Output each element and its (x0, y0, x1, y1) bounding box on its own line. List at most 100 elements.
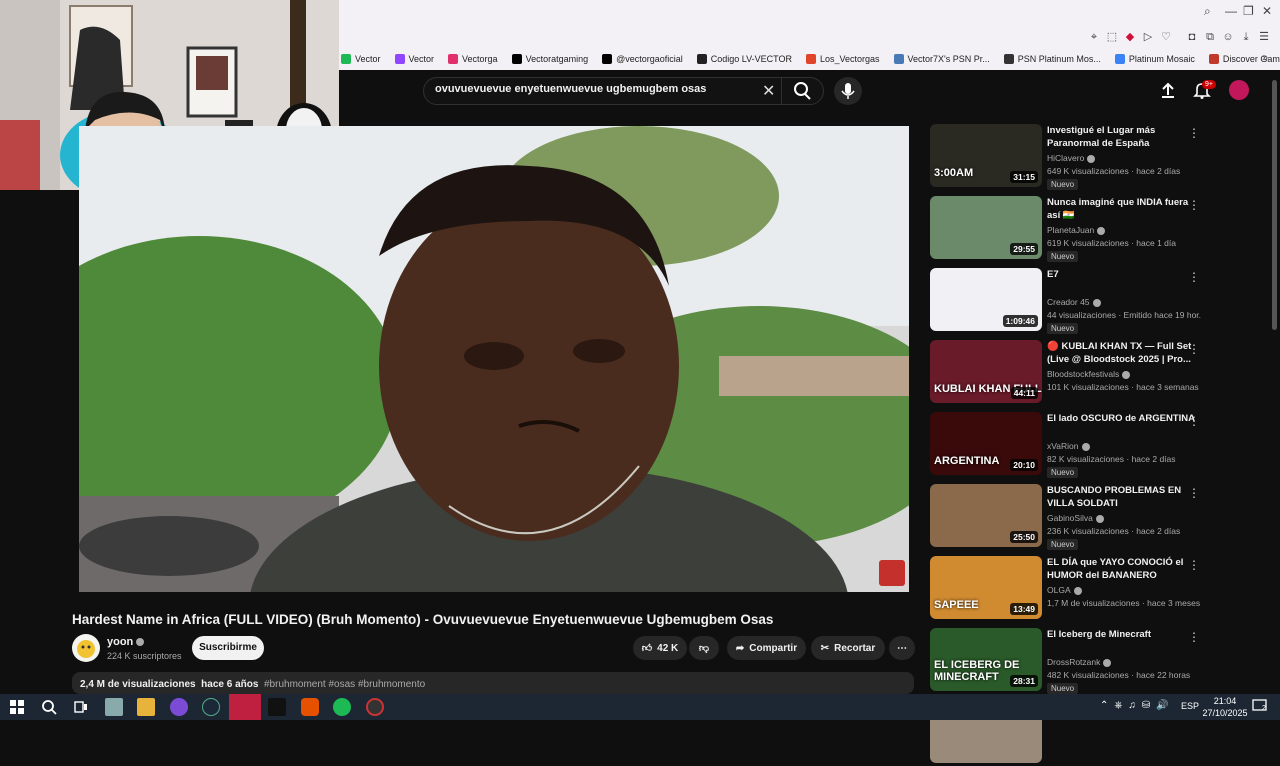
clear-search-icon[interactable]: ✕ (762, 81, 775, 101)
play-icon[interactable]: ▷ (1142, 31, 1154, 43)
clip-button[interactable]: ✂ Recortar (811, 636, 885, 660)
download-icon[interactable]: ⤓ (1240, 31, 1252, 43)
recommendation-item[interactable]: ARGENTINA 20:10 El lado OSCURO de ARGENTIN… (930, 412, 1260, 478)
puzzle-icon[interactable]: ⧉ (1204, 31, 1216, 43)
recommendation-title[interactable]: E7 (1047, 268, 1197, 281)
recommendation-channel-name[interactable]: xVaRion (1047, 441, 1079, 451)
heart-icon[interactable]: ♡ (1160, 31, 1172, 43)
bookmark-item[interactable]: Vector7X's PSN Pr... (893, 54, 990, 64)
recommendation-channel[interactable]: DrossRotzank (1047, 657, 1112, 667)
recommendation-title[interactable]: EL DÍA que YAYO CONOCIÓ el HUMOR del BAN… (1047, 556, 1197, 582)
more-vertical-icon[interactable]: ⋮ (1188, 342, 1200, 356)
recommendation-item[interactable]: 1:09:46 E7 Creador 45 44 visualizaciones · … (930, 268, 1260, 334)
taskbar-app-active[interactable] (229, 694, 261, 720)
share-button[interactable]: ➦ Compartir (727, 636, 806, 660)
page-scrollbar[interactable] (1272, 80, 1277, 330)
upload-button[interactable] (1160, 81, 1176, 104)
shield-icon[interactable]: ◆ (1124, 31, 1136, 43)
notification-center-button[interactable]: 2 (1252, 698, 1268, 714)
bookmark-item[interactable]: Vectorga (448, 54, 498, 64)
recommendation-item[interactable]: SAPEEE 13:49 EL DÍA que YAYO CONOCIÓ el HU… (930, 556, 1260, 622)
recommendation-channel-name[interactable]: HiClavero (1047, 153, 1084, 163)
bookmark-item[interactable]: Codigo LV-VECTOR (696, 54, 792, 64)
language-indicator[interactable]: ESP (1181, 701, 1199, 711)
more-vertical-icon[interactable]: ⋮ (1188, 414, 1200, 428)
zoom-icon[interactable]: ⌕ (1204, 4, 1211, 19)
recommendation-thumbnail[interactable]: SAPEEE 13:49 (930, 556, 1042, 619)
recommendation-title[interactable]: 🔴 KUBLAI KHAN TX — Full Set (Live @ Bloo… (1047, 340, 1197, 366)
system-tray-icons[interactable]: ⌃⎈♫⛁🔊 (1100, 700, 1175, 711)
recommendation-title[interactable]: Investigué el Lugar más Paranormal de Es… (1047, 124, 1197, 150)
bookmark-item[interactable]: @vectorgaoficial (602, 54, 683, 64)
more-vertical-icon[interactable]: ⋮ (1188, 486, 1200, 500)
recommendation-thumbnail[interactable]: 3:00AM 31:15 (930, 124, 1042, 187)
recommendation-title[interactable]: El Iceberg de Minecraft (1047, 628, 1197, 641)
more-vertical-icon[interactable]: ⋮ (1188, 630, 1200, 644)
bookmark-item[interactable]: Discover Games -... (1208, 54, 1280, 64)
pin-icon[interactable]: ⌖ (1088, 31, 1100, 43)
more-actions-button[interactable]: ⋯ (889, 636, 915, 660)
recommendation-item[interactable]: 25:50 BUSCANDO PROBLEMAS EN VILLA SOLDATI… (930, 484, 1260, 550)
dislike-button[interactable]: 👎︎ (689, 636, 719, 660)
recommendation-channel[interactable]: xVaRion (1047, 441, 1090, 451)
clock-date[interactable]: 27/10/2025 (1198, 708, 1252, 718)
taskbar-search-button[interactable] (40, 698, 58, 716)
more-vertical-icon[interactable]: ⋮ (1188, 126, 1200, 140)
subscribe-button[interactable]: Suscribirme (192, 636, 264, 660)
recommendation-thumbnail[interactable]: KUBLAI KHAN FULL 44:11 (930, 340, 1042, 403)
extension-icon[interactable]: ◘ (1186, 31, 1198, 43)
clock-time[interactable]: 21:04 (1205, 696, 1245, 706)
screenshot-icon[interactable]: ⬚ (1106, 31, 1118, 43)
recommendation-title[interactable]: BUSCANDO PROBLEMAS EN VILLA SOLDATI (1047, 484, 1197, 510)
steam-icon[interactable] (202, 698, 220, 716)
more-bookmarks-icon[interactable]: » (1262, 52, 1268, 64)
spotify-icon[interactable] (333, 698, 351, 716)
recommendation-channel[interactable]: Bloodstockfestivals (1047, 369, 1131, 379)
task-view-button[interactable] (72, 698, 90, 716)
taskbar-app-8[interactable] (366, 698, 384, 716)
more-vertical-icon[interactable]: ⋮ (1188, 270, 1200, 284)
video-player[interactable] (79, 126, 909, 592)
recommendation-channel[interactable]: HiClavero (1047, 153, 1096, 163)
description-box[interactable]: 2,4 M de visualizaciones hace 6 años #br… (72, 672, 914, 694)
recommendation-item[interactable]: 3:00AM 31:15 Investigué el Lugar más Paran… (930, 124, 1260, 190)
recommendation-item[interactable]: KUBLAI KHAN FULL 44:11 🔴 KUBLAI KHAN TX — … (930, 340, 1260, 406)
recommendation-thumbnail[interactable]: ARGENTINA 20:10 (930, 412, 1042, 475)
recommendation-channel-name[interactable]: OLGA (1047, 585, 1071, 595)
subscribe-watermark-icon[interactable] (879, 560, 905, 586)
search-input[interactable]: ovuvuevuevue enyetuenwuevue ugbemugbem o… (435, 83, 706, 95)
recommendation-channel-name[interactable]: Bloodstockfestivals (1047, 369, 1119, 379)
start-button[interactable] (8, 698, 26, 716)
recommendation-thumbnail[interactable]: EL ICEBERG DE MINECRAFT 28:31 (930, 628, 1042, 691)
minimize-icon[interactable]: — (1225, 4, 1237, 18)
bookmark-item[interactable]: Vectoratgaming (511, 54, 588, 64)
recommendation-channel-name[interactable]: GabinoSilva (1047, 513, 1093, 523)
more-vertical-icon[interactable]: ⋮ (1188, 558, 1200, 572)
recommendation-thumbnail[interactable]: 29:55 (930, 196, 1042, 259)
recommendation-channel[interactable]: Creador 45 (1047, 297, 1101, 307)
bookmark-item[interactable]: Los_Vectorgas (805, 54, 880, 64)
channel-name-text[interactable]: yoon (107, 636, 133, 648)
recommendation-channel-name[interactable]: DrossRotzank (1047, 657, 1100, 667)
recommendation-item[interactable]: 29:55 Nunca imaginé que INDIA fuera así 🇮… (930, 196, 1260, 262)
taskbar-app-5[interactable] (268, 698, 286, 716)
recommendation-thumbnail[interactable]: 25:50 (930, 484, 1042, 547)
restore-icon[interactable]: ❐ (1243, 4, 1254, 18)
taskbar-app-1[interactable] (105, 698, 123, 716)
more-vertical-icon[interactable]: ⋮ (1188, 198, 1200, 212)
search-button[interactable] (781, 77, 824, 105)
like-button[interactable]: 👍︎ 42 K (633, 636, 687, 660)
recommendation-channel-name[interactable]: Creador 45 (1047, 297, 1090, 307)
recommendation-title[interactable]: Nunca imaginé que INDIA fuera así 🇮🇳 (1047, 196, 1197, 222)
brave-icon[interactable] (301, 698, 319, 716)
recommendation-item[interactable]: EL ICEBERG DE MINECRAFT 28:31 El Iceberg d… (930, 628, 1260, 694)
profile-icon[interactable]: ☺ (1222, 31, 1234, 43)
menu-icon[interactable]: ☰ (1258, 31, 1270, 43)
bookmark-item[interactable]: Platinum Mosaic (1114, 54, 1195, 64)
channel-avatar[interactable] (72, 634, 100, 662)
recommendation-channel[interactable]: GabinoSilva (1047, 513, 1104, 523)
taskbar-app-3[interactable] (170, 698, 188, 716)
bookmark-item[interactable]: Vector (341, 54, 381, 64)
recommendation-channel[interactable]: OLGA (1047, 585, 1082, 595)
voice-search-button[interactable] (834, 77, 862, 105)
